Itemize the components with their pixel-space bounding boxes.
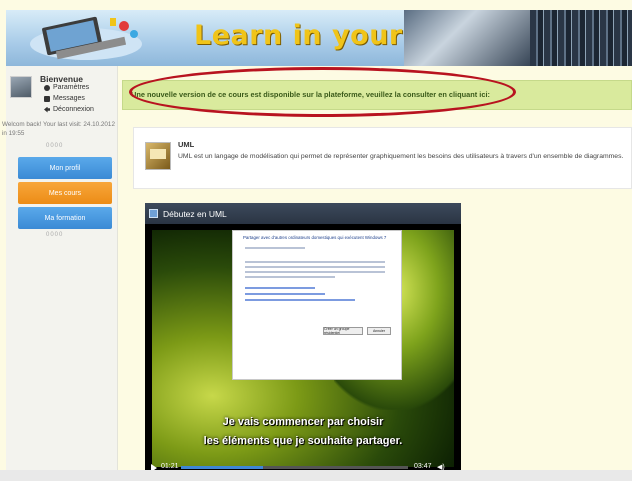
bottom-strip [0,470,632,481]
subtitle-line-1: Je vais commencer par choisir [222,416,384,428]
menu-messages-label: Messages [53,95,85,102]
welcome-text: Bienvenue [40,74,83,84]
separator-bottom: 0000 [46,232,64,238]
video-header: Débutez en UML [145,203,461,224]
banner-photo-books [530,10,632,66]
header-banner: Learn in your way [6,10,632,66]
video-player[interactable]: Partager avec d'autres ordinateurs domes… [152,230,454,467]
dialog-cancel-button: Annuler [367,327,391,335]
banner-photo-hands [404,10,530,66]
separator-top: 0000 [46,143,64,149]
laptop-logo-icon [30,16,142,60]
course-card[interactable]: UML UML est un langage de modélisation q… [133,127,632,189]
seek-progress [181,466,263,469]
last-visit-text: Welcom back! Your last visit: 24.10.2012… [2,121,115,137]
video-title: Débutez en UML [163,208,227,219]
dialog-create-button: Créer un groupe résidentiel [323,327,363,335]
duration-time: 03:47 [414,463,432,470]
video-panel-icon [149,209,158,218]
my-courses-button[interactable]: Mes cours [18,182,112,204]
my-profile-button[interactable]: Mon profil [18,157,112,179]
dialog-title: Partager avec d'autres ordinateurs domes… [243,235,387,240]
menu-settings-label: Paramètres [53,84,90,91]
dialog-text-line [245,261,385,263]
current-time: 01:21 [161,463,179,470]
message-icon [44,95,50,102]
logout-icon [44,106,50,113]
course-description: UML est un langage de modélisation qui p… [178,153,624,160]
subtitle-line-2: les éléments que je souhaite partager. [203,435,403,447]
seek-bar[interactable] [181,466,408,469]
menu-settings[interactable]: Paramètres [44,84,89,91]
dialog-text-line [245,271,385,273]
dialog-link-line [245,299,355,301]
course-title[interactable]: UML [178,140,194,149]
dialog-text-line [245,247,305,249]
highlight-ellipse [129,67,516,117]
menu-messages[interactable]: Messages [44,95,85,102]
gear-icon [44,84,50,91]
my-training-button[interactable]: Ma formation [18,207,112,229]
dialog-text-line [245,276,335,278]
avatar[interactable] [10,76,32,98]
dialog-link-line [245,293,325,295]
play-overlay-icon[interactable] [283,325,327,369]
menu-logout[interactable]: Déconnexion [44,106,94,113]
dialog-link-line [245,287,315,289]
video-panel: Débutez en UML Partager avec d'autres or… [145,203,461,471]
menu-logout-label: Déconnexion [53,106,94,113]
dialog-text-line [245,266,385,268]
course-thumbnail[interactable] [145,142,171,170]
